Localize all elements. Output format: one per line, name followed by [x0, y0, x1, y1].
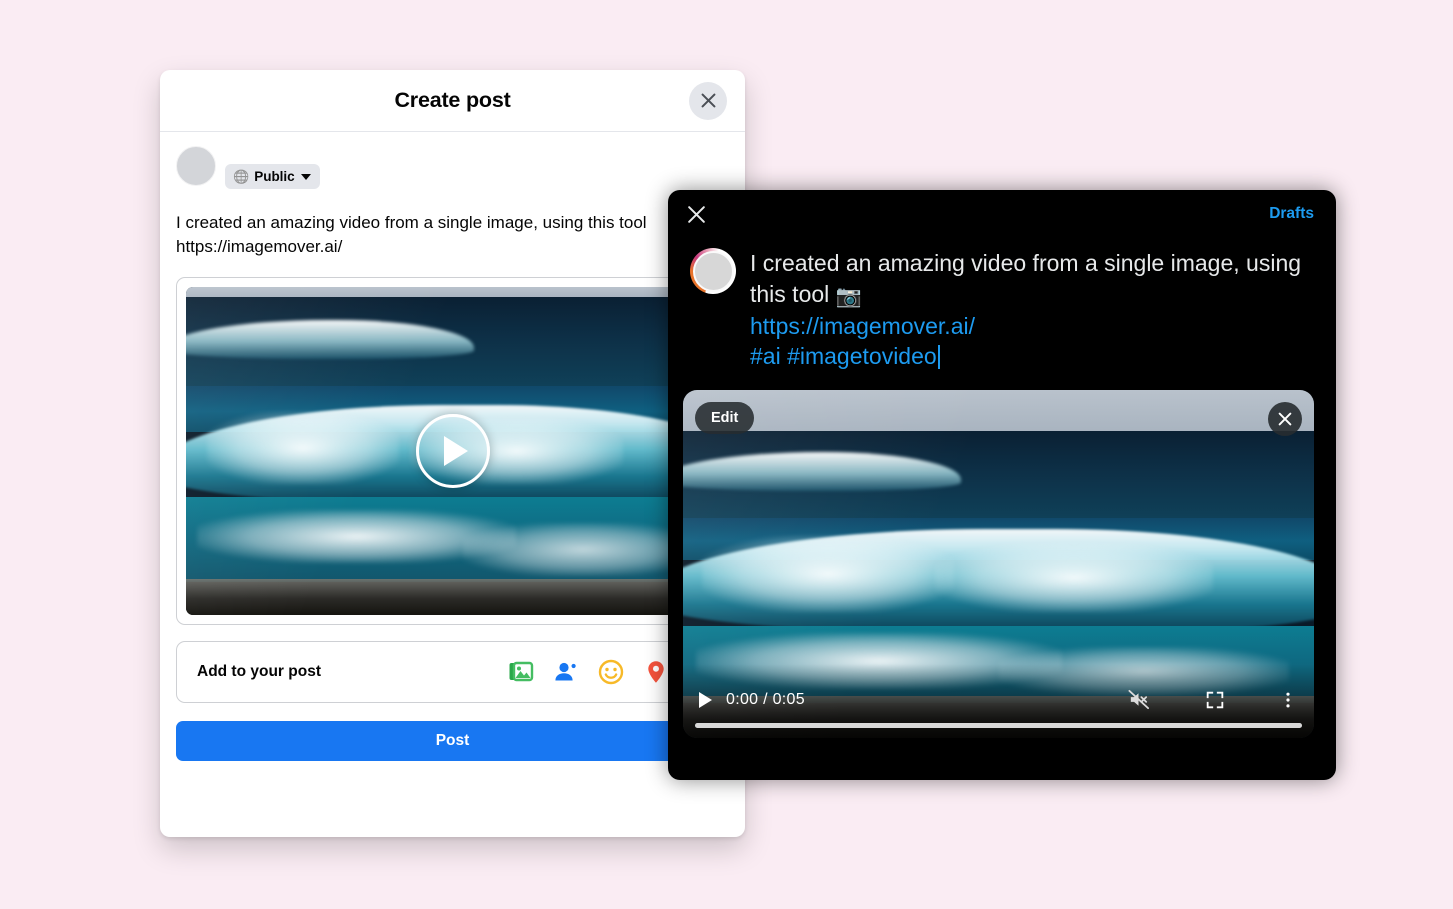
- time-display: 0:00 / 0:05: [726, 690, 805, 708]
- remove-media-button[interactable]: [1268, 401, 1302, 436]
- post-composer-text[interactable]: I created an amazing video from a single…: [176, 211, 729, 259]
- dialog-header: Create post: [160, 70, 745, 132]
- volume-muted-icon[interactable]: [1127, 688, 1150, 711]
- privacy-selector[interactable]: 🌐 Public: [225, 164, 320, 189]
- media-attachment-card: [176, 277, 729, 626]
- camera-emoji-icon: 📷: [835, 284, 862, 308]
- feeling-activity-icon[interactable]: [598, 659, 624, 685]
- play-button[interactable]: [415, 414, 490, 489]
- author-row: 🌐 Public: [176, 146, 729, 189]
- tweet-hashtags[interactable]: #ai #imagetovideo: [750, 343, 937, 369]
- globe-icon: 🌐: [233, 169, 250, 184]
- avatar[interactable]: [176, 146, 216, 186]
- screen-root: Create post 🌐 Public I created an amazin…: [0, 0, 1453, 909]
- tweet-body-text: I created an amazing video from a single…: [750, 250, 1302, 307]
- post-button[interactable]: Post: [176, 721, 729, 762]
- dialog-body: 🌐 Public I created an amazing video from…: [160, 132, 745, 762]
- avatar[interactable]: [690, 248, 736, 294]
- video-progress-fill: [695, 722, 1302, 728]
- facebook-create-post-dialog: Create post 🌐 Public I created an amazin…: [160, 70, 745, 837]
- edit-media-button[interactable]: Edit: [695, 401, 755, 434]
- video-controls-bar: 0:00 / 0:05: [683, 663, 1314, 738]
- close-icon: [687, 205, 705, 223]
- kebab-menu-icon[interactable]: [1278, 690, 1298, 710]
- play-icon[interactable]: [699, 691, 712, 708]
- tag-people-icon[interactable]: [553, 659, 579, 685]
- chevron-down-icon: [300, 173, 311, 180]
- x-media-attachment: Edit 0:00 / 0:05: [683, 389, 1314, 738]
- drafts-button[interactable]: Drafts: [1269, 205, 1314, 223]
- photo-video-icon[interactable]: [508, 659, 534, 685]
- tweet-composer-text[interactable]: I created an amazing video from a single…: [750, 248, 1314, 372]
- fullscreen-icon[interactable]: [1204, 689, 1226, 711]
- privacy-label: Public: [254, 169, 295, 184]
- video-preview[interactable]: [186, 287, 719, 616]
- close-icon: [701, 93, 715, 108]
- tweet-link[interactable]: https://imagemover.ai/: [750, 311, 1314, 342]
- add-to-your-post-bar: Add to your post: [176, 641, 729, 704]
- add-to-post-label: Add to your post: [197, 663, 321, 681]
- close-compose-button[interactable]: [684, 202, 708, 226]
- play-icon: [444, 436, 468, 467]
- video-progress-bar[interactable]: [695, 722, 1302, 728]
- x-top-bar: Drafts: [668, 190, 1336, 238]
- page-title: Create post: [394, 88, 511, 112]
- x-text-column: I created an amazing video from a single…: [750, 248, 1314, 372]
- close-dialog-button[interactable]: [689, 81, 727, 120]
- x-composer-row: I created an amazing video from a single…: [668, 238, 1336, 372]
- close-icon: [1278, 412, 1292, 426]
- video-controls-row: 0:00 / 0:05: [695, 683, 1302, 717]
- x-compose-panel: Drafts I created an amazing video from a…: [668, 190, 1336, 780]
- text-cursor: [937, 345, 940, 370]
- check-in-location-icon[interactable]: [643, 659, 669, 685]
